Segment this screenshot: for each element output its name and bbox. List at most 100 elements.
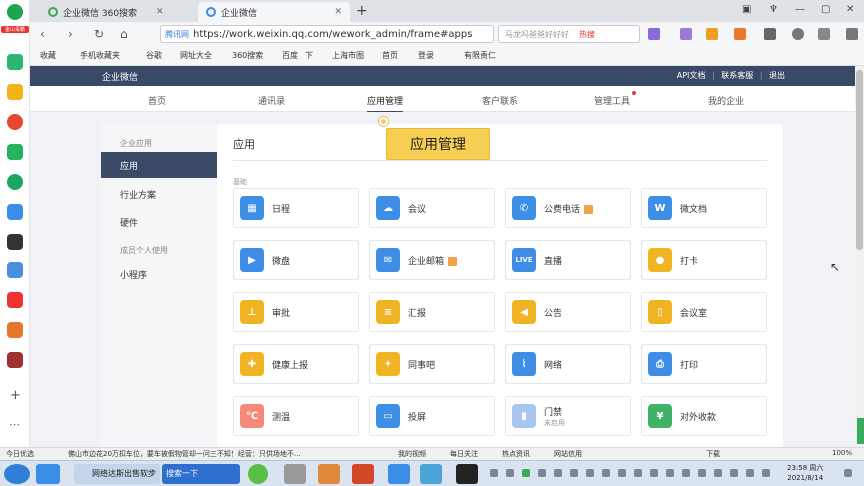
nav-management-tools[interactable]: 管理工具 — [594, 94, 630, 107]
bookmark-item[interactable]: 登录 — [418, 50, 434, 61]
nav-app-management[interactable]: 应用管理 — [367, 94, 404, 113]
tray-icon[interactable] — [730, 469, 738, 477]
app-icon-folder[interactable] — [284, 464, 306, 484]
tray-icon[interactable] — [554, 469, 562, 477]
app-card[interactable]: LIVE 直播 — [505, 240, 631, 280]
tray-icon[interactable] — [746, 469, 754, 477]
bookmark-item[interactable]: 百度 — [282, 50, 298, 61]
search-input[interactable]: 马龙吗爸爸好好好 热搜 — [498, 25, 640, 43]
shop-app-icon[interactable] — [7, 292, 23, 308]
volume-icon[interactable] — [762, 469, 770, 477]
app-card[interactable]: ⎙ 打印 — [641, 344, 767, 384]
bookmark-item[interactable]: 手机收藏夹 — [80, 50, 120, 61]
plugin-icon[interactable] — [7, 54, 23, 70]
back-icon[interactable]: ‹ — [40, 27, 45, 41]
tray-icon[interactable] — [586, 469, 594, 477]
tray-icon[interactable] — [698, 469, 706, 477]
video-app-icon[interactable] — [7, 234, 23, 250]
nav-home[interactable]: 首页 — [148, 94, 166, 107]
more-icon[interactable]: ⋯ — [9, 418, 20, 431]
app-icon-360[interactable] — [248, 464, 268, 484]
app-card[interactable]: ▶ 微盘 — [233, 240, 359, 280]
bookmark-item[interactable]: 下 — [305, 50, 313, 61]
bookmark-item[interactable]: 谷歌 — [146, 50, 162, 61]
app-card[interactable]: ☁ 会议 — [369, 188, 495, 228]
game-app-icon[interactable] — [7, 322, 23, 338]
sidebar-item-miniprogram[interactable]: 小程序 — [120, 268, 147, 281]
bookmark-item[interactable]: 收藏 — [40, 50, 56, 61]
app-card[interactable]: ⊥ 审批 — [233, 292, 359, 332]
app-card[interactable]: ✆ 公费电话 — [505, 188, 631, 228]
forward-icon[interactable]: › — [68, 27, 73, 41]
refresh-icon[interactable]: ↻ — [94, 27, 104, 41]
browser-logo-icon[interactable] — [7, 4, 23, 20]
tray-icon[interactable] — [506, 469, 514, 477]
status-item[interactable]: 网站信用 — [554, 449, 582, 459]
taskbar-clock[interactable]: 23:58 周六 2021/8/14 — [787, 463, 823, 483]
app-icon-explorer[interactable] — [318, 464, 340, 484]
tray-icon[interactable] — [666, 469, 674, 477]
status-item[interactable]: 每日关注 — [450, 449, 478, 459]
tray-icon[interactable] — [490, 469, 498, 477]
nav-contacts[interactable]: 通讯录 — [258, 94, 285, 107]
logout-link[interactable]: 退出 — [769, 71, 785, 80]
ie-icon[interactable] — [36, 464, 60, 484]
apps-grid-icon[interactable] — [764, 28, 776, 40]
nav-customer-contact[interactable]: 客户联系 — [482, 94, 518, 107]
sidebar-item-apps[interactable]: 应用 — [101, 152, 217, 178]
tray-icon[interactable] — [570, 469, 578, 477]
hot-search-label[interactable]: 热搜 — [579, 29, 595, 40]
tray-icon[interactable] — [682, 469, 690, 477]
favorites-star-icon[interactable] — [7, 84, 23, 100]
app-card[interactable]: ¥ 对外收款 — [641, 396, 767, 436]
address-bar[interactable]: 腾讯网 https://work.weixin.qq.com/wework_ad… — [160, 25, 494, 43]
app-card[interactable]: ⌇ 网络 — [505, 344, 631, 384]
close-icon[interactable]: ✕ — [334, 7, 342, 17]
home-icon[interactable]: ⌂ — [120, 27, 128, 41]
status-download[interactable]: 下载 — [706, 449, 720, 459]
menu-icon[interactable] — [846, 28, 858, 40]
game-icon[interactable] — [734, 28, 746, 40]
minimize-icon[interactable]: — — [795, 4, 805, 15]
app-icon-browser2[interactable] — [420, 464, 442, 484]
tray-icon[interactable] — [618, 469, 626, 477]
game2-app-icon[interactable] — [7, 352, 23, 368]
app-card[interactable]: ▦ 日程 — [233, 188, 359, 228]
zoom-level[interactable]: 100% — [832, 449, 852, 457]
scissors-icon[interactable] — [648, 28, 660, 40]
app-card[interactable]: ℃ 测温 — [233, 396, 359, 436]
app-card[interactable]: ✚ 健康上报 — [233, 344, 359, 384]
status-item[interactable]: 今日优选 — [6, 449, 34, 459]
app-card[interactable]: ▭ 投屏 — [369, 396, 495, 436]
cloud-icon[interactable] — [7, 174, 23, 190]
shirt-icon[interactable]: ♆ — [769, 4, 778, 15]
close-window-icon[interactable]: ✕ — [846, 4, 854, 15]
maximize-icon[interactable]: ▢ — [821, 4, 830, 15]
bookmark-item[interactable]: 上海市图 — [332, 50, 364, 61]
wework-logo[interactable]: 企业微信 — [102, 70, 138, 83]
shield-icon[interactable] — [706, 28, 718, 40]
tab-wework[interactable]: 企业微信 ✕ — [198, 2, 350, 22]
undo-icon[interactable] — [818, 28, 830, 40]
tray-icon[interactable] — [602, 469, 610, 477]
document-app-icon[interactable] — [7, 262, 23, 278]
tray-icon[interactable] — [650, 469, 658, 477]
status-item[interactable]: 热点资讯 — [502, 449, 530, 459]
status-news[interactable]: 佛山市边花20万扣车位，要车被假物管却一问三不知！经营：只供场地不… — [68, 449, 330, 459]
restore-tabs-icon[interactable]: ▣ — [742, 4, 751, 15]
tray-icon[interactable] — [714, 469, 722, 477]
new-tab-icon[interactable]: + — [356, 3, 368, 19]
url-text[interactable]: https://work.weixin.qq.com/wework_admin/… — [193, 29, 472, 40]
side-widget[interactable] — [857, 418, 864, 444]
bookmark-item[interactable]: 网址大全 — [180, 50, 212, 61]
weibo-icon[interactable] — [7, 114, 23, 130]
sidebar-item-industry[interactable]: 行业方案 — [120, 188, 156, 201]
scrollbar-thumb[interactable] — [856, 70, 863, 250]
app-card[interactable]: ✦ 同事吧 — [369, 344, 495, 384]
app-card[interactable]: ▮ 门禁 未启用 — [505, 396, 631, 436]
antivirus-badge[interactable]: 金山毒霸 — [1, 26, 29, 33]
settings-icon[interactable] — [792, 28, 804, 40]
extension-icon[interactable] — [680, 28, 692, 40]
start-icon[interactable] — [4, 464, 30, 484]
app-card[interactable]: ◀ 公告 — [505, 292, 631, 332]
